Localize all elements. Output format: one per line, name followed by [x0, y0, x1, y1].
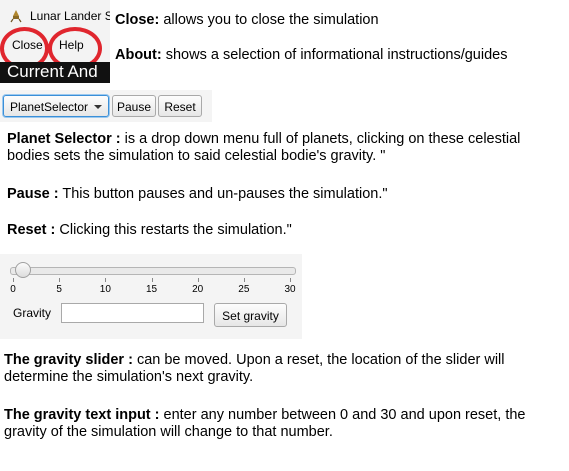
canvas-strip: Current And [0, 62, 110, 83]
canvas-heading: Current And [7, 62, 98, 81]
slider-tick-label: 25 [238, 284, 250, 295]
slider-tick-label: 0 [10, 284, 16, 295]
close-description: Close: allows you to close the simulatio… [115, 12, 379, 29]
about-text: shows a selection of informational instr… [161, 47, 508, 63]
about-term: About: [115, 47, 162, 63]
pause-term: Pause : [7, 186, 59, 202]
slider-tick-mark [59, 278, 61, 282]
about-description: About: shows a selection of informationa… [115, 47, 507, 64]
chevron-down-icon [94, 105, 102, 109]
slider-tick-mark [105, 278, 107, 282]
pause-button[interactable]: Pause [112, 95, 156, 117]
slider-tick-label: 30 [284, 284, 296, 295]
slider-tick-label: 10 [99, 284, 111, 295]
slider-tick-mark [151, 278, 153, 282]
slider-tick-label: 15 [145, 284, 158, 295]
gravity-label: Gravity [13, 306, 52, 320]
slider-tick-mark [13, 278, 14, 282]
slider-tick-label: 20 [192, 284, 204, 295]
reset-description: Reset : Clicking this restarts the simul… [7, 222, 292, 239]
gravity-slider-description: The gravity slider : can be moved. Upon … [4, 352, 564, 386]
slider-tick-label: 5 [56, 284, 62, 295]
reset-button[interactable]: Reset [158, 95, 202, 117]
gravity-input[interactable] [61, 303, 204, 323]
pause-text: This button pauses and un-pauses the sim… [58, 186, 388, 202]
planet-selector-description: Planet Selector : is a drop down menu fu… [7, 131, 563, 165]
lander-icon [10, 10, 22, 23]
close-term: Close: [115, 12, 160, 28]
gravity-input-description: The gravity text input : enter any numbe… [4, 407, 566, 441]
slider-tick-mark [243, 278, 245, 282]
planet-selector-dropdown[interactable]: PlanetSelector [3, 95, 109, 117]
pause-description: Pause : This button pauses and un-pauses… [7, 186, 388, 203]
reset-text: Clicking this restarts the simulation." [55, 222, 292, 238]
window-title: Lunar Lander S [30, 9, 110, 23]
gravity-slider-track[interactable] [10, 267, 296, 275]
reset-term: Reset : [7, 222, 56, 238]
planet-term: Planet Selector : [7, 131, 121, 147]
toolbar: PlanetSelector Pause Reset [0, 90, 212, 122]
slider-tick-mark [197, 278, 199, 282]
planet-selector-label: PlanetSelector [10, 100, 89, 114]
slider-tick-mark [290, 278, 291, 282]
set-gravity-button[interactable]: Set gravity [214, 303, 287, 327]
close-text: allows you to close the simulation [159, 12, 379, 28]
input-term: The gravity text input : [4, 407, 160, 423]
slider-term: The gravity slider : [4, 352, 133, 368]
